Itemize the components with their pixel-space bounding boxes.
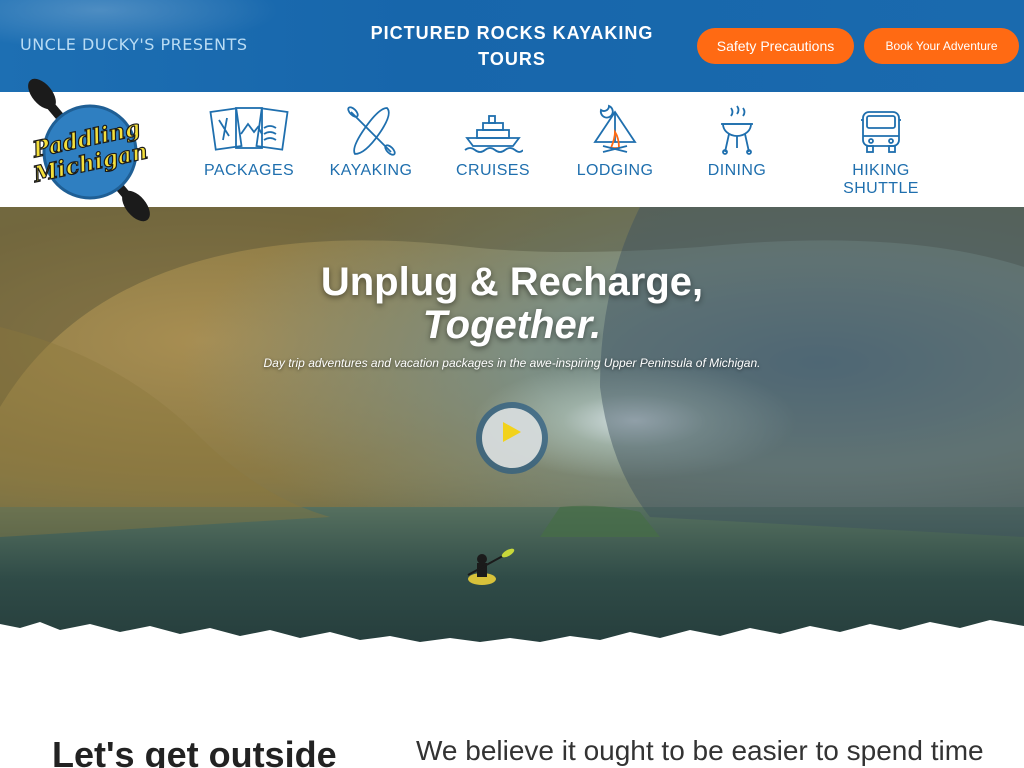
hero-title-line2: Together. [422, 303, 602, 347]
paddling-michigan-logo[interactable]: Paddling Michigan [24, 76, 164, 226]
nav-label-packages: PACKAGES [204, 162, 295, 179]
nav-label-hiking-shuttle: HIKING SHUTTLE [843, 162, 919, 197]
nav-item-packages[interactable]: PACKAGES [204, 104, 294, 194]
hero-subtitle: Day trip adventures and vacation package… [263, 356, 761, 370]
nav-item-lodging[interactable]: LODGING [572, 104, 658, 194]
nav-label-lodging: LODGING [576, 162, 654, 179]
book-adventure-button[interactable]: Book Your Adventure [864, 28, 1019, 64]
play-icon [503, 422, 521, 442]
grill-icon [703, 104, 771, 156]
safety-precautions-button[interactable]: Safety Precautions [697, 28, 854, 64]
play-video-button[interactable] [476, 402, 548, 474]
site-title: PICTURED ROCKS KAYAKING TOURS [370, 23, 654, 69]
brochures-icon [204, 104, 294, 156]
nav-item-kayaking[interactable]: KAYAKING [326, 104, 416, 194]
nav-item-hiking-shuttle[interactable]: HIKING SHUTTLE [812, 104, 950, 197]
shuttle-van-icon [812, 104, 950, 156]
hero-title-line1: Unplug & Recharge, [320, 260, 704, 304]
campfire-tent-icon [572, 104, 658, 156]
intro-text: We believe it ought to be easier to spen… [416, 735, 984, 766]
nav-item-cruises[interactable]: CRUISES [455, 104, 531, 194]
cruise-ship-icon [455, 104, 531, 156]
nav-label-kayaking: KAYAKING [329, 162, 413, 179]
nav-label-dining: DINING [707, 162, 767, 179]
nav-item-dining[interactable]: DINING [703, 104, 771, 194]
torn-edge [0, 620, 1024, 652]
intro-heading: Let's get outside [52, 734, 337, 768]
kayak-paddle-icon [326, 104, 416, 156]
presents-text: UNCLE DUCKY'S PRESENTS [20, 35, 248, 54]
nav-label-cruises: CRUISES [456, 162, 530, 179]
